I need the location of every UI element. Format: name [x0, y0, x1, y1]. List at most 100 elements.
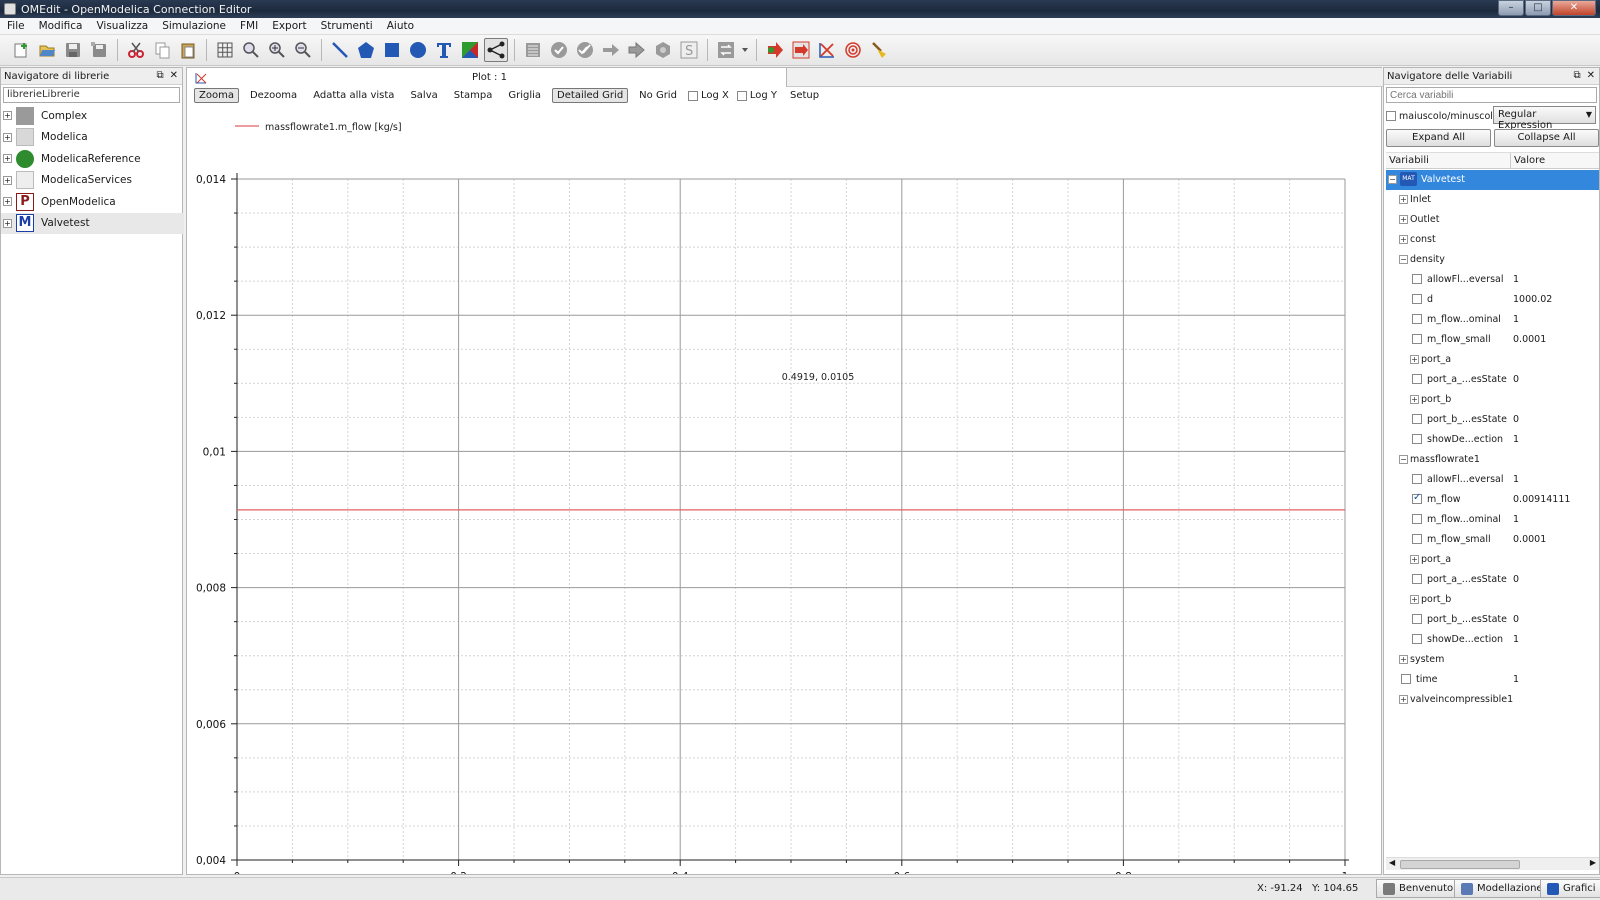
perspective-plotting-button[interactable]: Grafici — [1540, 879, 1600, 898]
rectangle-icon[interactable] — [380, 38, 404, 62]
legend-label[interactable]: massflowrate1.m_flow [kg/s] — [265, 122, 402, 133]
variable-checkbox[interactable] — [1412, 274, 1422, 284]
variable-checkbox[interactable] — [1412, 314, 1422, 324]
new-file-icon[interactable] — [9, 38, 33, 62]
variable-tree-row[interactable]: m_flow 0.00914111 — [1386, 490, 1599, 510]
variable-tree-row[interactable]: − massflowrate1 — [1386, 450, 1599, 470]
library-filter-input[interactable]: librerieLibrerie — [3, 87, 180, 103]
checkbox-box[interactable] — [687, 90, 698, 101]
expand-icon[interactable]: + — [1410, 355, 1419, 364]
horizontal-scrollbar[interactable]: ◀ ▶ — [1386, 857, 1599, 870]
variable-tree-row[interactable]: showDe...ection 1 — [1386, 630, 1599, 650]
line-icon[interactable] — [328, 38, 352, 62]
expand-icon[interactable]: + — [3, 175, 12, 185]
s-icon[interactable]: S — [677, 38, 701, 62]
minimize-button[interactable]: – — [1498, 0, 1524, 16]
expand-icon[interactable]: + — [1399, 215, 1408, 224]
menu-file[interactable]: File — [0, 20, 32, 32]
variable-checkbox[interactable] — [1412, 414, 1422, 424]
variable-tree-row[interactable]: + port_b — [1386, 590, 1599, 610]
plot-tab[interactable]: Plot : 1 — [187, 68, 787, 87]
variable-checkbox[interactable] — [1412, 614, 1422, 624]
dezoom-button[interactable]: Dezooma — [245, 88, 302, 103]
variable-tree-row[interactable]: + system — [1386, 650, 1599, 670]
parametric-plot-icon[interactable] — [841, 38, 865, 62]
simulation-setup-icon[interactable] — [789, 38, 813, 62]
grid-icon[interactable] — [213, 38, 237, 62]
plot-canvas[interactable]: 0 0,2 0,4 0,6 0,8 1 0,004 0,006 0,008 0,01 0,012 0,… — [187, 104, 1381, 874]
instantiate-icon[interactable] — [521, 38, 545, 62]
scroll-left-icon[interactable]: ◀ — [1389, 858, 1395, 867]
variable-checkbox[interactable] — [1401, 674, 1411, 684]
expand-icon[interactable]: + — [1399, 195, 1408, 204]
variable-tree-row[interactable]: port_a_...esState 0 — [1386, 570, 1599, 590]
library-tree-item[interactable]: + P OpenModelica — [1, 191, 184, 213]
menu-fmi[interactable]: FMI — [233, 20, 265, 32]
variable-tree-row[interactable]: port_a_...esState 0 — [1386, 370, 1599, 390]
collapse-icon[interactable]: − — [1388, 175, 1397, 184]
float-icon[interactable]: ⧉ — [1573, 70, 1580, 81]
menu-strumenti[interactable]: Strumenti — [314, 20, 380, 32]
expand-icon[interactable]: + — [1399, 235, 1408, 244]
zoom-out-icon[interactable] — [291, 38, 315, 62]
variable-checkbox[interactable] — [1412, 634, 1422, 644]
scroll-right-icon[interactable]: ▶ — [1590, 858, 1596, 867]
save-button[interactable]: Salva — [405, 88, 442, 103]
bitmap-icon[interactable] — [458, 38, 482, 62]
variable-tree-row[interactable]: m_flow_small 0.0001 — [1386, 330, 1599, 350]
menu-aiuto[interactable]: Aiuto — [380, 20, 421, 32]
case-sensitive-checkbox[interactable] — [1386, 111, 1396, 121]
variable-checkbox[interactable] — [1412, 474, 1422, 484]
copy-icon[interactable] — [150, 38, 174, 62]
collapse-icon[interactable]: − — [1399, 255, 1408, 264]
variable-tree-row[interactable]: − MAT Valvetest — [1386, 170, 1599, 190]
perspective-modeling-button[interactable]: Modellazione — [1454, 879, 1550, 898]
library-tree-item[interactable]: + ModelicaReference — [1, 148, 184, 170]
variable-checkbox[interactable] — [1412, 492, 1422, 504]
variable-tree-row[interactable]: m_flow_small 0.0001 — [1386, 530, 1599, 550]
cut-icon[interactable] — [124, 38, 148, 62]
expand-icon[interactable]: + — [1410, 555, 1419, 564]
open-file-icon[interactable] — [35, 38, 59, 62]
detailed-grid-button[interactable]: Detailed Grid — [552, 88, 629, 103]
checkbox-box[interactable] — [736, 90, 747, 101]
variable-tree-row[interactable]: + port_a — [1386, 550, 1599, 570]
connect-mode-icon[interactable] — [484, 38, 508, 62]
fit-in-view-button[interactable]: Adatta alla vista — [308, 88, 399, 103]
variable-tree-row[interactable]: allowFl...eversal 1 — [1386, 470, 1599, 490]
ellipse-icon[interactable] — [406, 38, 430, 62]
float-icon[interactable]: ⧉ — [156, 70, 163, 81]
collapse-icon[interactable]: − — [1399, 455, 1408, 464]
save-all-icon[interactable] — [87, 38, 111, 62]
variable-tree-row[interactable]: m_flow...ominal 1 — [1386, 510, 1599, 530]
dropdown-arrow-icon[interactable] — [740, 38, 750, 62]
variable-tree-row[interactable]: port_b_...esState 0 — [1386, 610, 1599, 630]
expand-icon[interactable]: + — [3, 197, 12, 207]
variable-tree-row[interactable]: allowFl...eversal 1 — [1386, 270, 1599, 290]
maximize-button[interactable]: □ — [1525, 0, 1551, 16]
paste-icon[interactable] — [176, 38, 200, 62]
expand-all-button[interactable]: Expand All — [1386, 129, 1491, 147]
library-tree-item[interactable]: + Complex — [1, 105, 184, 127]
column-header-variables[interactable]: Variabili — [1386, 153, 1511, 168]
zoom-icon[interactable] — [239, 38, 263, 62]
setup-button[interactable]: Setup — [785, 88, 824, 103]
plot-icon[interactable] — [815, 38, 839, 62]
library-tree-item[interactable]: + Modelica — [1, 127, 184, 149]
variable-checkbox[interactable] — [1412, 534, 1422, 544]
menu-modifica[interactable]: Modifica — [32, 20, 90, 32]
variable-tree-row[interactable]: + port_b — [1386, 390, 1599, 410]
variable-tree-row[interactable]: + port_a — [1386, 350, 1599, 370]
expand-icon[interactable]: + — [3, 154, 12, 164]
arrow-right-double-icon[interactable] — [625, 38, 649, 62]
variable-tree-row[interactable]: time 1 — [1386, 670, 1599, 690]
polygon-icon[interactable] — [354, 38, 378, 62]
variable-checkbox[interactable] — [1412, 374, 1422, 384]
collapse-all-button[interactable]: Collapse All — [1494, 129, 1599, 147]
arrow-right-icon[interactable] — [599, 38, 623, 62]
variable-tree-row[interactable]: + valveincompressible1 — [1386, 690, 1599, 710]
zoom-button[interactable]: Zooma — [194, 88, 239, 103]
expand-icon[interactable]: + — [1410, 595, 1419, 604]
variable-checkbox[interactable] — [1412, 574, 1422, 584]
column-header-value[interactable]: Valore — [1511, 153, 1548, 168]
